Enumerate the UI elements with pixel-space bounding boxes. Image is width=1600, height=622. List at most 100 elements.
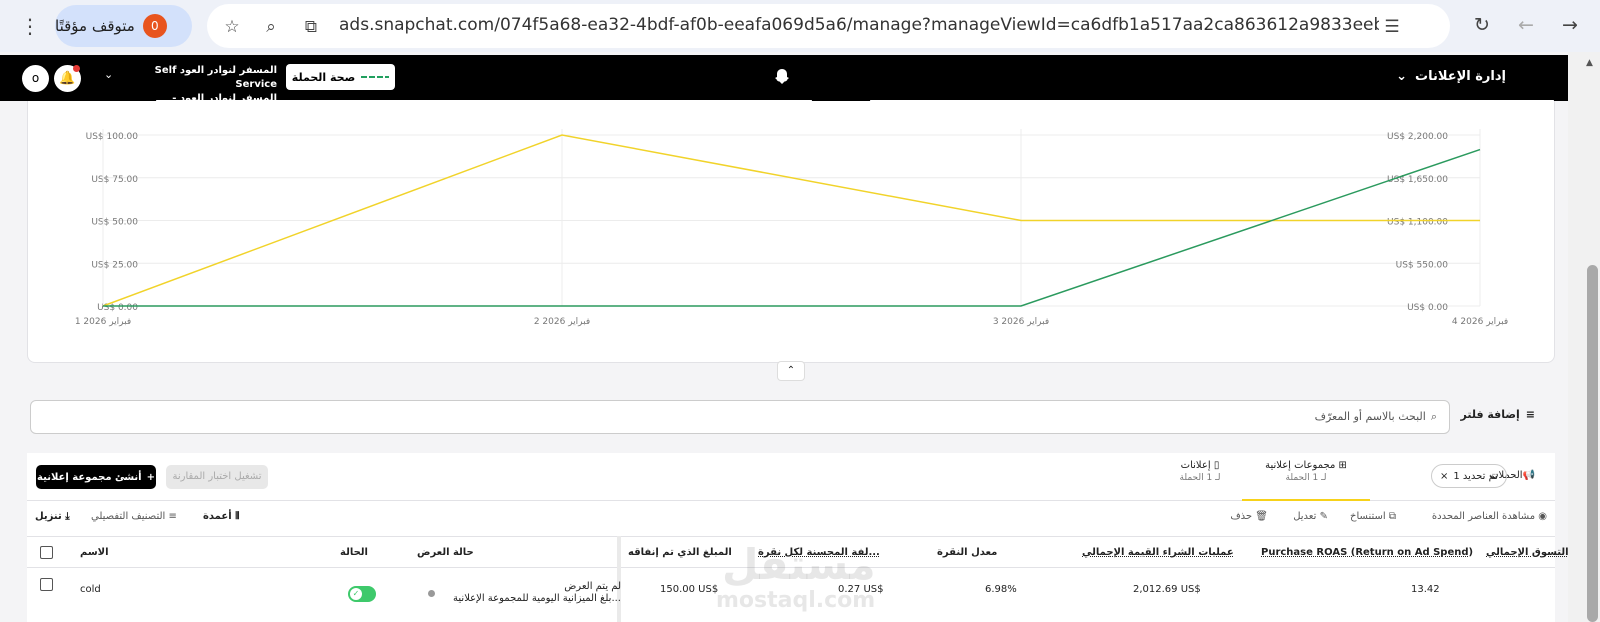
col-roas[interactable]: Purchase ROAS (Return on Ad Spend) — [1261, 547, 1473, 558]
ads-manager-menu[interactable]: إدارة الإعلانات ⌄ — [1396, 69, 1506, 84]
chevron-down-icon[interactable]: ⌄ — [104, 68, 113, 81]
col-cpc[interactable]: ...لفة المحسنة لكل نقرة — [758, 547, 880, 558]
row-divider — [27, 567, 1555, 568]
col-status[interactable]: الحالة — [340, 547, 368, 558]
performance-chart: US$ 100.00 US$ 2,200.00 US$ 75.00 US$ 1,650… — [75, 129, 1508, 327]
tune-icon[interactable]: ☰ — [1381, 16, 1403, 38]
notification-dot — [73, 65, 80, 72]
row-roas: 13.42 — [1411, 584, 1440, 595]
delivery-status: لم يتم العرض ...بلغ الميزانية اليومية لل… — [443, 581, 621, 605]
pause-count-badge: 0 — [142, 14, 167, 38]
adsets-sub: لـ 1 الحملة — [1285, 473, 1327, 483]
chip-label: تم تحديد 1 — [1453, 470, 1499, 482]
url-text[interactable]: ads.snapchat.com/074f5a68-ea32-4bdf-af0b… — [339, 15, 1379, 35]
download-button[interactable]: ⤓ تنزيل — [35, 511, 70, 522]
y-left-tick-label: US$ 25.00 — [91, 260, 138, 270]
y-right-tick-label: US$ 0.00 — [1407, 303, 1448, 313]
app-header: إدارة الإعلانات ⌄ صحة الحملة المسفر لنوا… — [0, 55, 1568, 118]
delivery-status-label: لم يتم العرض — [564, 581, 621, 592]
action-toolbar: ◉ مشاهدة العناصر المحددة ⧉ استنساخ ✎ تعد… — [27, 501, 1555, 537]
filter-row: ⌕ البحث بالاسم أو المعرّف ≡ إضافة فلتر — [27, 397, 1555, 441]
reload-icon[interactable]: ↻ — [1470, 13, 1494, 37]
col-delivery[interactable]: حالة العرض — [417, 547, 474, 558]
campaign-health-button[interactable]: صحة الحملة — [286, 64, 395, 90]
scrollbar-thumb[interactable] — [1587, 265, 1598, 622]
zoom-icon[interactable]: ⌕ — [260, 16, 282, 38]
duplicate-button[interactable]: ⧉ استنساخ — [1350, 511, 1396, 522]
pencil-icon: ✎ — [1319, 511, 1328, 522]
x-tick-label: 2 فبراير 2026 — [534, 317, 590, 327]
phone-icon: ▯ — [1213, 460, 1220, 471]
col-total[interactable]: التسوق الإجمالي — [1486, 547, 1569, 558]
entity-tabs: 📢الحملات تم تحديد 1 × ⊞ مجموعات إعلانية … — [27, 453, 1555, 501]
frozen-column-divider[interactable] — [617, 536, 621, 622]
y-right-tick-label: US$ 2,200.00 — [1387, 132, 1448, 142]
ads-sub: لـ 1 الحملة — [1179, 473, 1221, 483]
row-spend: 150.00 US$ — [660, 584, 719, 595]
breakdown-button[interactable]: ≡ التصنيف التفصيلي — [91, 511, 177, 522]
megaphone-icon: 📢 — [1522, 470, 1535, 481]
series-line — [103, 148, 1481, 307]
check-icon: ✓ — [350, 588, 362, 600]
y-right-tick-label: US$ 1,100.00 — [1387, 218, 1448, 228]
site-settings-icon[interactable]: ⧉ — [300, 16, 322, 38]
plus-icon: + — [146, 471, 155, 483]
run-comparison-button[interactable]: تشغيل اختبار المقارنة — [166, 465, 268, 489]
avatar[interactable]: o — [22, 65, 49, 92]
ads-manager-title: إدارة الإعلانات — [1415, 69, 1506, 84]
edit-button[interactable]: ✎ تعديل — [1293, 511, 1328, 522]
back-icon[interactable]: ← — [1514, 13, 1538, 37]
close-icon[interactable]: × — [1440, 471, 1448, 482]
create-adset-button[interactable]: + أنشئ مجموعة إعلانية — [36, 465, 156, 489]
selected-filter-chip[interactable]: تم تحديد 1 × — [1431, 464, 1507, 488]
address-bar[interactable]: ☆ ⌕ ⧉ ads.snapchat.com/074f5a68-ea32-4bd… — [207, 4, 1450, 48]
row-purchase-value: 2,012.69 US$ — [1133, 584, 1201, 595]
delivery-status-dot — [428, 590, 435, 597]
trash-icon: 🗑 — [1255, 511, 1268, 522]
col-ctr[interactable]: معدل النقرة — [937, 547, 997, 558]
browser-toolbar: ⋮ 0 متوقف مؤقتًا ☆ ⌕ ⧉ ads.snapchat.com/… — [0, 0, 1600, 52]
select-all-checkbox[interactable] — [40, 546, 53, 559]
health-indicator — [361, 76, 390, 78]
chart-card: US$ 100.00 US$ 2,200.00 US$ 75.00 US$ 1,650… — [27, 101, 1555, 363]
columns-button[interactable]: ⦀ أعمدة — [203, 511, 240, 522]
delete-button[interactable]: 🗑 حذف — [1230, 511, 1268, 522]
col-purchase-value[interactable]: عمليات الشراء القيمة الإجمالي — [1082, 547, 1234, 558]
copy-icon: ⧉ — [1388, 511, 1396, 522]
row-cpc: 0.27 US$ — [838, 584, 884, 595]
snapchat-ghost-icon[interactable] — [772, 67, 792, 87]
delivery-status-detail: ...بلغ الميزانية اليومية للمجموعة الإعلا… — [453, 593, 621, 604]
chevron-down-icon: ⌄ — [1396, 69, 1408, 84]
tab-adsets[interactable]: ⊞ مجموعات إعلانية لـ 1 الحملة — [1242, 459, 1370, 501]
tab-ads[interactable]: ▯ إعلانات لـ 1 الحملة — [1157, 459, 1243, 485]
row-checkbox[interactable] — [40, 578, 53, 591]
filter-icon: ≡ — [1525, 408, 1535, 421]
x-tick-label: 4 فبراير 2026 — [1452, 317, 1508, 327]
col-name[interactable]: الاسم — [80, 547, 109, 558]
y-right-tick-label: US$ 1,650.00 — [1387, 175, 1448, 185]
pause-label: متوقف مؤقتًا — [55, 17, 135, 35]
sort-icon: ≡ — [168, 511, 177, 522]
search-input[interactable]: ⌕ البحث بالاسم أو المعرّف — [30, 400, 1450, 434]
add-filter-button[interactable]: ≡ إضافة فلتر — [1461, 408, 1535, 421]
forward-icon[interactable]: → — [1558, 13, 1582, 37]
y-right-tick-label: US$ 550.00 — [1396, 260, 1449, 270]
y-left-tick-label: US$ 100.00 — [86, 132, 139, 142]
x-tick-label: 3 فبراير 2026 — [993, 317, 1049, 327]
adsets-table: الاسم الحالة حالة العرض المبلغ الذي تم إ… — [27, 537, 1569, 622]
paused-profile-button[interactable]: 0 متوقف مؤقتًا — [55, 5, 192, 47]
collapse-chart-button[interactable]: ⌃ — [777, 361, 805, 381]
grid-icon: ⊞ — [1338, 460, 1347, 471]
more-vert-icon[interactable]: ⋮ — [20, 14, 40, 38]
eye-icon: ◉ — [1538, 511, 1547, 522]
health-label: صحة الحملة — [291, 70, 356, 84]
x-tick-label: 1 فبراير 2026 — [75, 317, 131, 327]
scroll-up-icon[interactable]: ▲ — [1586, 58, 1593, 68]
view-selected-button[interactable]: ◉ مشاهدة العناصر المحددة — [1432, 511, 1547, 522]
account-name: المسفر لنوادر العود Self Service — [154, 65, 277, 90]
col-spend[interactable]: المبلغ الذي تم إنفاقه — [628, 547, 732, 558]
row-name[interactable]: cold — [80, 584, 101, 595]
row-ctr: 6.98% — [985, 584, 1017, 595]
star-icon[interactable]: ☆ — [221, 16, 243, 38]
columns-icon: ⦀ — [235, 511, 240, 522]
